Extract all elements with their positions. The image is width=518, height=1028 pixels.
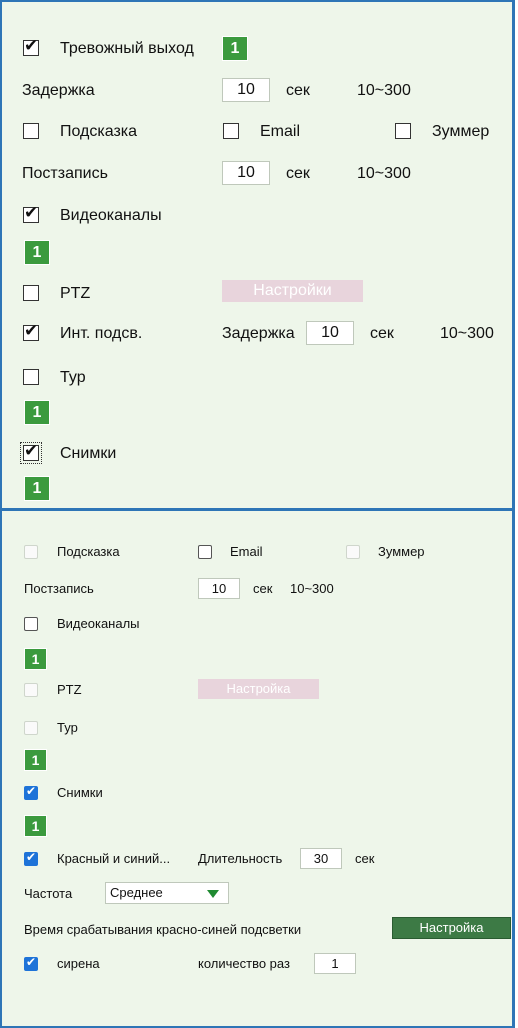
- red-blue-checkbox[interactable]: [24, 850, 38, 866]
- tour-channel-1-2[interactable]: 1: [24, 749, 47, 771]
- hint-checkbox[interactable]: [23, 123, 39, 139]
- postrecord-range: 10~300: [357, 165, 411, 182]
- ptz-checkbox[interactable]: [23, 285, 39, 301]
- siren-label: сирена: [57, 956, 100, 971]
- ir-light-checkbox[interactable]: [23, 321, 39, 341]
- ir-light-label: Инт. подсв.: [60, 325, 143, 342]
- delay-label: Задержка: [22, 82, 95, 99]
- buzzer-label: Зуммер: [432, 123, 490, 140]
- ir-delay-unit: сек: [370, 325, 394, 342]
- siren-count-label: количество раз: [198, 956, 290, 971]
- hint-label: Подсказка: [60, 123, 138, 140]
- hint-label-2: Подсказка: [57, 544, 120, 559]
- ir-delay-input[interactable]: 10: [306, 321, 354, 345]
- tour-label-2: Тур: [57, 720, 78, 735]
- ir-delay-label: Задержка: [222, 325, 295, 342]
- ir-delay-range: 10~300: [440, 325, 494, 342]
- ptz-settings-button[interactable]: Настройки: [222, 280, 363, 302]
- video-channel-1-2[interactable]: 1: [24, 648, 47, 670]
- snapshots-label: Снимки: [60, 445, 117, 462]
- red-blue-duration-input[interactable]: 30: [300, 848, 342, 869]
- tour-label: Тур: [60, 369, 86, 386]
- delay-input[interactable]: 10: [222, 78, 270, 102]
- video-channels-label: Видеоканалы: [60, 207, 162, 224]
- video-channels-checkbox[interactable]: [23, 203, 39, 223]
- alarm-output-checkbox[interactable]: [23, 36, 39, 56]
- delay-range: 10~300: [357, 82, 411, 99]
- tour-checkbox-2[interactable]: [24, 721, 38, 735]
- ptz-label: PTZ: [60, 285, 91, 302]
- snapshots-channel-1[interactable]: 1: [24, 476, 50, 501]
- snapshots-checkbox-2[interactable]: [24, 784, 38, 800]
- buzzer-checkbox[interactable]: [395, 123, 411, 139]
- snapshots-label-2: Снимки: [57, 785, 103, 800]
- email-label: Email: [260, 123, 301, 140]
- video-channels-label-2: Видеоканалы: [57, 616, 140, 631]
- postrecord-label-2: Постзапись: [24, 581, 94, 596]
- red-blue-duration-unit: сек: [355, 851, 375, 866]
- email-label-2: Email: [230, 544, 263, 559]
- tour-channel-1[interactable]: 1: [24, 400, 50, 425]
- postrecord-unit: сек: [286, 165, 310, 182]
- buzzer-checkbox-2[interactable]: [346, 545, 360, 559]
- red-blue-time-label: Время срабатывания красно-синей подсветк…: [24, 922, 302, 937]
- alarm-settings-panel-top: Тревожный выход 1 Задержка 10 сек 10~300…: [0, 0, 515, 510]
- ptz-settings-button-2[interactable]: Настройка: [198, 679, 319, 699]
- frequency-label: Частота: [24, 886, 73, 901]
- alarm-output-label: Тревожный выход: [60, 40, 194, 57]
- email-checkbox[interactable]: [223, 123, 239, 139]
- video-channel-1[interactable]: 1: [24, 240, 50, 265]
- snapshots-checkbox[interactable]: [20, 441, 42, 464]
- siren-checkbox[interactable]: [24, 955, 38, 971]
- dropdown-arrow-icon: [207, 890, 219, 898]
- alarm-output-channel-1[interactable]: 1: [222, 36, 248, 61]
- delay-unit: сек: [286, 82, 310, 99]
- buzzer-label-2: Зуммер: [378, 544, 425, 559]
- postrecord-input-2[interactable]: 10: [198, 578, 240, 599]
- red-blue-time-settings-button[interactable]: Настройка: [392, 917, 511, 939]
- alarm-settings-panel-bottom: Подсказка Email Зуммер Постзапись 10 сек…: [0, 508, 515, 1028]
- email-checkbox-2[interactable]: [198, 545, 212, 559]
- red-blue-duration-label: Длительность: [198, 851, 283, 866]
- siren-count-input[interactable]: 1: [314, 953, 356, 974]
- tour-checkbox[interactable]: [23, 369, 39, 385]
- red-blue-label: Красный и синий...: [57, 851, 171, 866]
- postrecord-unit-2: сек: [253, 581, 273, 596]
- snapshots-channel-1-2[interactable]: 1: [24, 815, 47, 837]
- postrecord-range-2: 10~300: [290, 581, 334, 596]
- hint-checkbox-2[interactable]: [24, 545, 38, 559]
- postrecord-input[interactable]: 10: [222, 161, 270, 185]
- video-channels-checkbox-2[interactable]: [24, 617, 38, 631]
- postrecord-label: Постзапись: [22, 165, 108, 182]
- frequency-selected-value: Среднее: [110, 885, 163, 900]
- ptz-checkbox-2[interactable]: [24, 683, 38, 697]
- ptz-label-2: PTZ: [57, 682, 82, 697]
- frequency-select[interactable]: Среднее: [105, 882, 229, 904]
